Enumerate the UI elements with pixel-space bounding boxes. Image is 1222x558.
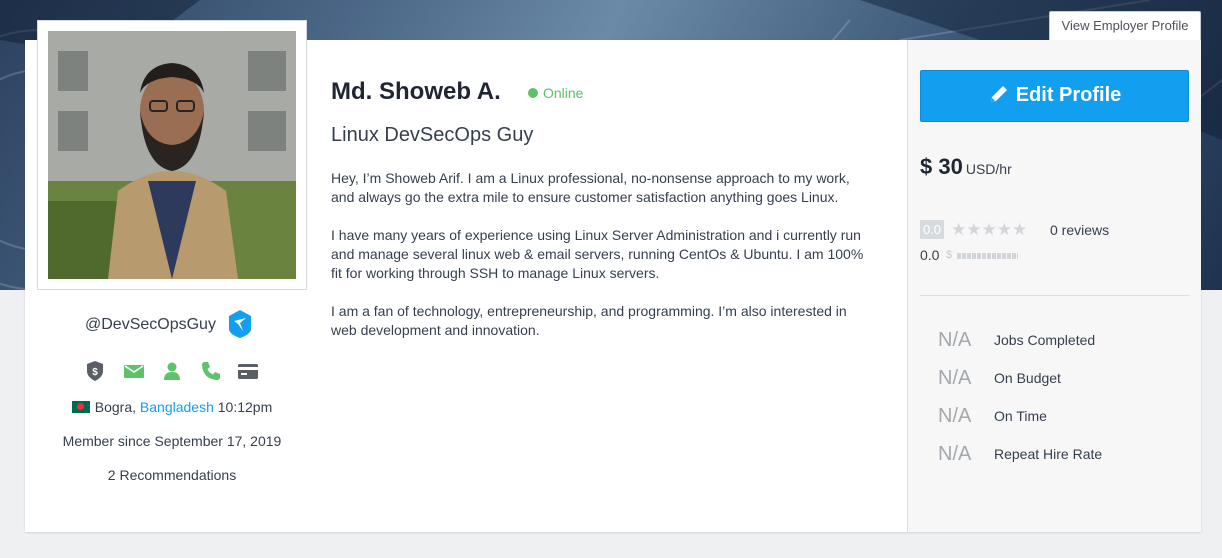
rating-stars: ★★★★★ bbox=[951, 220, 1028, 239]
earnings-bar bbox=[957, 253, 1018, 259]
location: Bogra, Bangladesh 10:12pm bbox=[37, 399, 307, 415]
avatar[interactable] bbox=[48, 31, 296, 279]
stat-repeat-hire-rate: N/A Repeat Hire Rate bbox=[938, 443, 1188, 467]
username: @DevSecOpsGuy bbox=[85, 316, 216, 333]
member-since: Member since September 17, 2019 bbox=[62, 433, 282, 449]
description-paragraph: I am a fan of technology, entrepreneursh… bbox=[331, 303, 847, 338]
hourly-rate: $ 30 USD/hr bbox=[920, 154, 1012, 180]
profile-name: Md. Showeb A. bbox=[331, 78, 501, 105]
location-city: Bogra, bbox=[94, 399, 137, 415]
stat-on-time: N/A On Time bbox=[938, 405, 1188, 429]
view-employer-profile-tab[interactable]: View Employer Profile bbox=[1049, 11, 1201, 40]
profile-description: Hey, I’m Showeb Arif. I am a Linux profe… bbox=[331, 169, 876, 359]
stat-value: N/A bbox=[938, 367, 972, 389]
freelancer-badge-icon bbox=[227, 309, 253, 339]
recommendations-link[interactable]: 2 Recommendations bbox=[37, 467, 307, 483]
sidebar-divider bbox=[920, 295, 1189, 296]
pencil-icon bbox=[988, 75, 1010, 124]
stat-value: N/A bbox=[938, 329, 972, 351]
hourly-rate-unit: USD/hr bbox=[965, 161, 1012, 177]
stat-jobs-completed: N/A Jobs Completed bbox=[938, 329, 1188, 353]
stat-on-budget: N/A On Budget bbox=[938, 367, 1188, 391]
hourly-rate-value: $ 30 bbox=[920, 154, 963, 179]
edit-profile-label: Edit Profile bbox=[1015, 84, 1122, 106]
rating-score-box: 0.0 bbox=[920, 220, 944, 239]
earnings-dollar-icon: $ bbox=[946, 249, 953, 261]
payment-verified-icon[interactable]: $ bbox=[84, 360, 106, 382]
edit-profile-button[interactable]: Edit Profile bbox=[920, 70, 1189, 122]
email-verified-icon[interactable] bbox=[123, 360, 145, 382]
username-row: @DevSecOpsGuy bbox=[37, 308, 307, 340]
description-paragraph: Hey, I’m Showeb Arif. I am a Linux profe… bbox=[331, 170, 850, 205]
local-time: 10:12pm bbox=[217, 399, 273, 415]
online-dot-icon bbox=[528, 88, 538, 98]
stat-label: Jobs Completed bbox=[994, 332, 1096, 348]
online-status: Online bbox=[528, 85, 583, 101]
online-status-label: Online bbox=[543, 85, 584, 101]
phone-verified-icon[interactable] bbox=[200, 360, 222, 382]
stat-label: On Budget bbox=[994, 370, 1061, 386]
description-paragraph: I have many years of experience using Li… bbox=[331, 227, 864, 281]
avatar-frame bbox=[37, 20, 307, 290]
stat-value: N/A bbox=[938, 443, 972, 465]
profile-tagline: Linux DevSecOps Guy bbox=[331, 124, 534, 146]
stat-label: Repeat Hire Rate bbox=[994, 446, 1103, 462]
svg-text:$: $ bbox=[92, 367, 98, 378]
bangladesh-flag-icon bbox=[71, 401, 90, 413]
deposit-made-icon[interactable] bbox=[237, 360, 259, 382]
stat-label: On Time bbox=[994, 408, 1047, 424]
location-country-link[interactable]: Bangladesh bbox=[140, 399, 214, 415]
profile-verified-icon[interactable] bbox=[161, 360, 183, 382]
avatar-picture bbox=[48, 31, 296, 279]
earnings-score: 0.0 bbox=[920, 247, 940, 263]
reviews-count[interactable]: 0 reviews bbox=[1050, 222, 1109, 238]
stat-value: N/A bbox=[938, 405, 972, 427]
